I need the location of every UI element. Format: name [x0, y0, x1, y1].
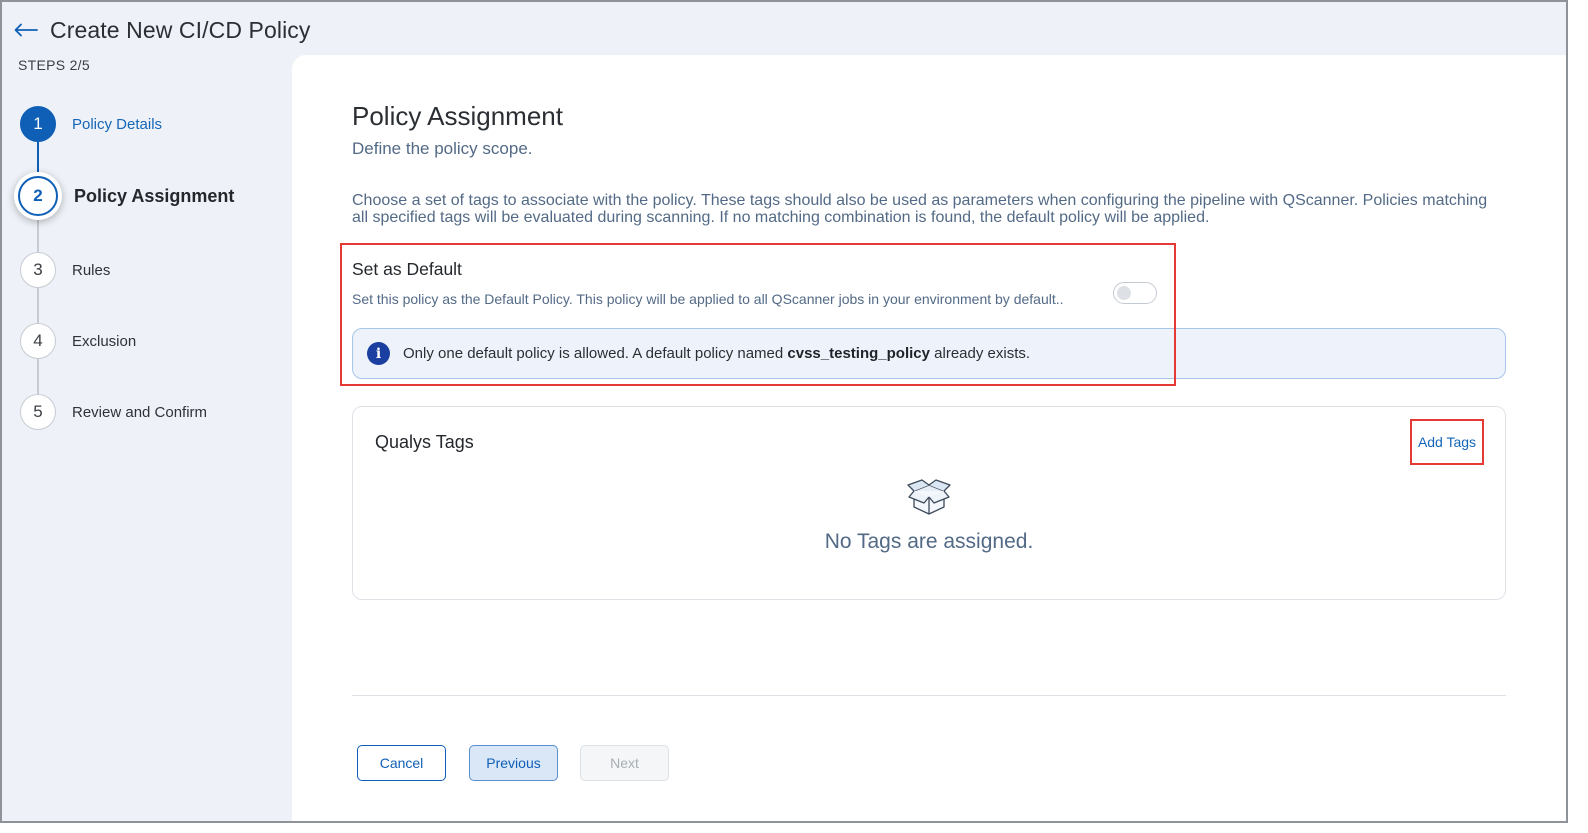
app-window: Create New CI/CD Policy STEPS 2/5 1 Poli…	[0, 0, 1568, 823]
section-subtitle: Define the policy scope.	[352, 139, 533, 158]
step-number: 1	[20, 106, 56, 142]
step-number: 2	[18, 176, 58, 216]
info-text-suffix: already exists.	[929, 345, 1031, 362]
info-text-prefix: Only one default policy is allowed. A de…	[403, 345, 788, 362]
footer-divider	[352, 695, 1506, 696]
page-title: Create New CI/CD Policy	[50, 16, 311, 43]
set-default-description: Set this policy as the Default Policy. T…	[352, 291, 1064, 307]
info-banner: i Only one default policy is allowed. A …	[352, 328, 1506, 379]
step-number: 4	[20, 323, 56, 359]
set-default-toggle[interactable]	[1113, 282, 1157, 304]
page-header: Create New CI/CD Policy	[14, 12, 310, 48]
step-connector	[37, 288, 39, 324]
step-policy-assignment[interactable]: 2 Policy Assignment	[18, 176, 234, 216]
section-title: Policy Assignment	[352, 101, 563, 131]
previous-button[interactable]: Previous	[469, 745, 558, 781]
step-label: Exclusion	[72, 332, 137, 350]
qualys-tags-card: Qualys Tags Add Tags No Tags are assigne…	[352, 406, 1506, 600]
step-connector	[37, 218, 39, 252]
main-card: Policy Assignment Define the policy scop…	[292, 55, 1566, 821]
steps-counter: STEPS 2/5	[18, 57, 90, 73]
step-label: Review and Confirm	[72, 403, 208, 421]
step-label: Policy Assignment	[74, 185, 235, 206]
step-label: Rules	[72, 261, 111, 279]
step-number: 3	[20, 252, 56, 288]
info-icon: i	[367, 342, 390, 365]
toggle-knob	[1117, 286, 1131, 300]
step-number: 5	[20, 394, 56, 430]
step-exclusion[interactable]: 4 Exclusion	[20, 323, 136, 359]
set-default-title: Set as Default	[352, 259, 462, 279]
step-connector	[37, 359, 39, 395]
step-review-and-confirm[interactable]: 5 Review and Confirm	[20, 394, 207, 430]
step-label: Policy Details	[72, 115, 163, 133]
add-tags-link[interactable]: Add Tags	[1410, 419, 1484, 465]
info-banner-text: Only one default policy is allowed. A de…	[403, 345, 1030, 362]
existing-policy-name: cvss_testing_policy	[787, 345, 930, 362]
empty-state-text: No Tags are assigned.	[824, 530, 1034, 553]
step-policy-details[interactable]: 1 Policy Details	[20, 106, 162, 142]
step-connector	[37, 140, 39, 174]
back-arrow-icon[interactable]	[14, 20, 40, 40]
next-button[interactable]: Next	[580, 745, 669, 781]
cancel-button[interactable]: Cancel	[357, 745, 446, 781]
empty-box-icon	[907, 479, 951, 515]
tags-title: Qualys Tags	[375, 432, 474, 452]
section-description: Choose a set of tags to associate with t…	[352, 192, 1488, 226]
step-rules[interactable]: 3 Rules	[20, 252, 110, 288]
